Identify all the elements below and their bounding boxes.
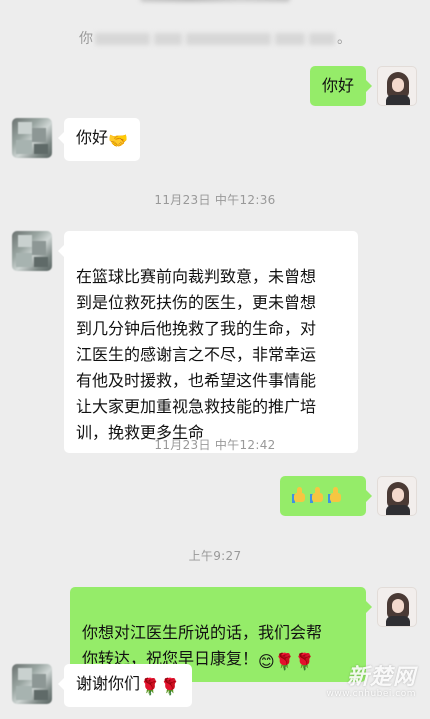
my-avatar[interactable] [377, 587, 417, 627]
timestamp: 11月23日 中午12:42 [154, 438, 276, 452]
watermark: 新楚网 www.cnhubei.com [316, 659, 416, 709]
thumbs-up-icon [310, 487, 325, 504]
blurred-system-text [140, 0, 290, 2]
system-notice: 你。 [0, 28, 430, 48]
contact-avatar[interactable] [12, 118, 52, 158]
watermark-url: www.cnhubei.com [326, 689, 416, 699]
rose-icon: 🌹🌹 [140, 677, 180, 696]
message-bubble-incoming[interactable]: 谢谢你们🌹🌹 [58, 664, 192, 707]
message-text: 你好 [321, 76, 354, 95]
chat-window: 你。 你好 你好🤝 11月23日 中午12:36 在篮球比赛前向裁判致意，未曾想… [0, 0, 430, 719]
system-notice-suffix: 。 [337, 31, 351, 47]
contact-avatar[interactable] [12, 664, 52, 704]
message-emoji-text: 👍👍👍 [346, 483, 347, 484]
thumbs-up-icon [328, 487, 343, 504]
timestamp: 11月23日 中午12:36 [154, 193, 276, 207]
message-bubble-incoming[interactable]: 在篮球比赛前向裁判致意，未曾想 到是位救死扶伤的医生，更未曾想 到几分钟后他挽救… [58, 231, 358, 453]
handshake-icon: 🤝 [108, 131, 128, 150]
message-text: 你好 [76, 128, 109, 147]
message-bubble-outgoing[interactable]: 👍👍👍 [280, 476, 372, 516]
message-text: 谢谢你们 [76, 674, 141, 693]
my-avatar[interactable] [377, 66, 417, 106]
message-bubble-outgoing[interactable]: 你好 [309, 66, 373, 106]
watermark-logo: 新楚网 [346, 664, 416, 690]
timestamp: 上午9:27 [188, 549, 242, 563]
system-notice-prefix: 你 [79, 31, 93, 47]
thumbs-up-icon [292, 487, 307, 504]
contact-avatar[interactable] [12, 231, 52, 271]
smile-and-rose-icons: 😊🌹🌹 [258, 652, 315, 671]
my-avatar[interactable] [377, 476, 417, 516]
message-bubble-incoming[interactable]: 你好🤝 [58, 118, 140, 161]
message-text: 在篮球比赛前向裁判致意，未曾想 到是位救死扶伤的医生，更未曾想 到几分钟后他挽救… [76, 267, 317, 442]
